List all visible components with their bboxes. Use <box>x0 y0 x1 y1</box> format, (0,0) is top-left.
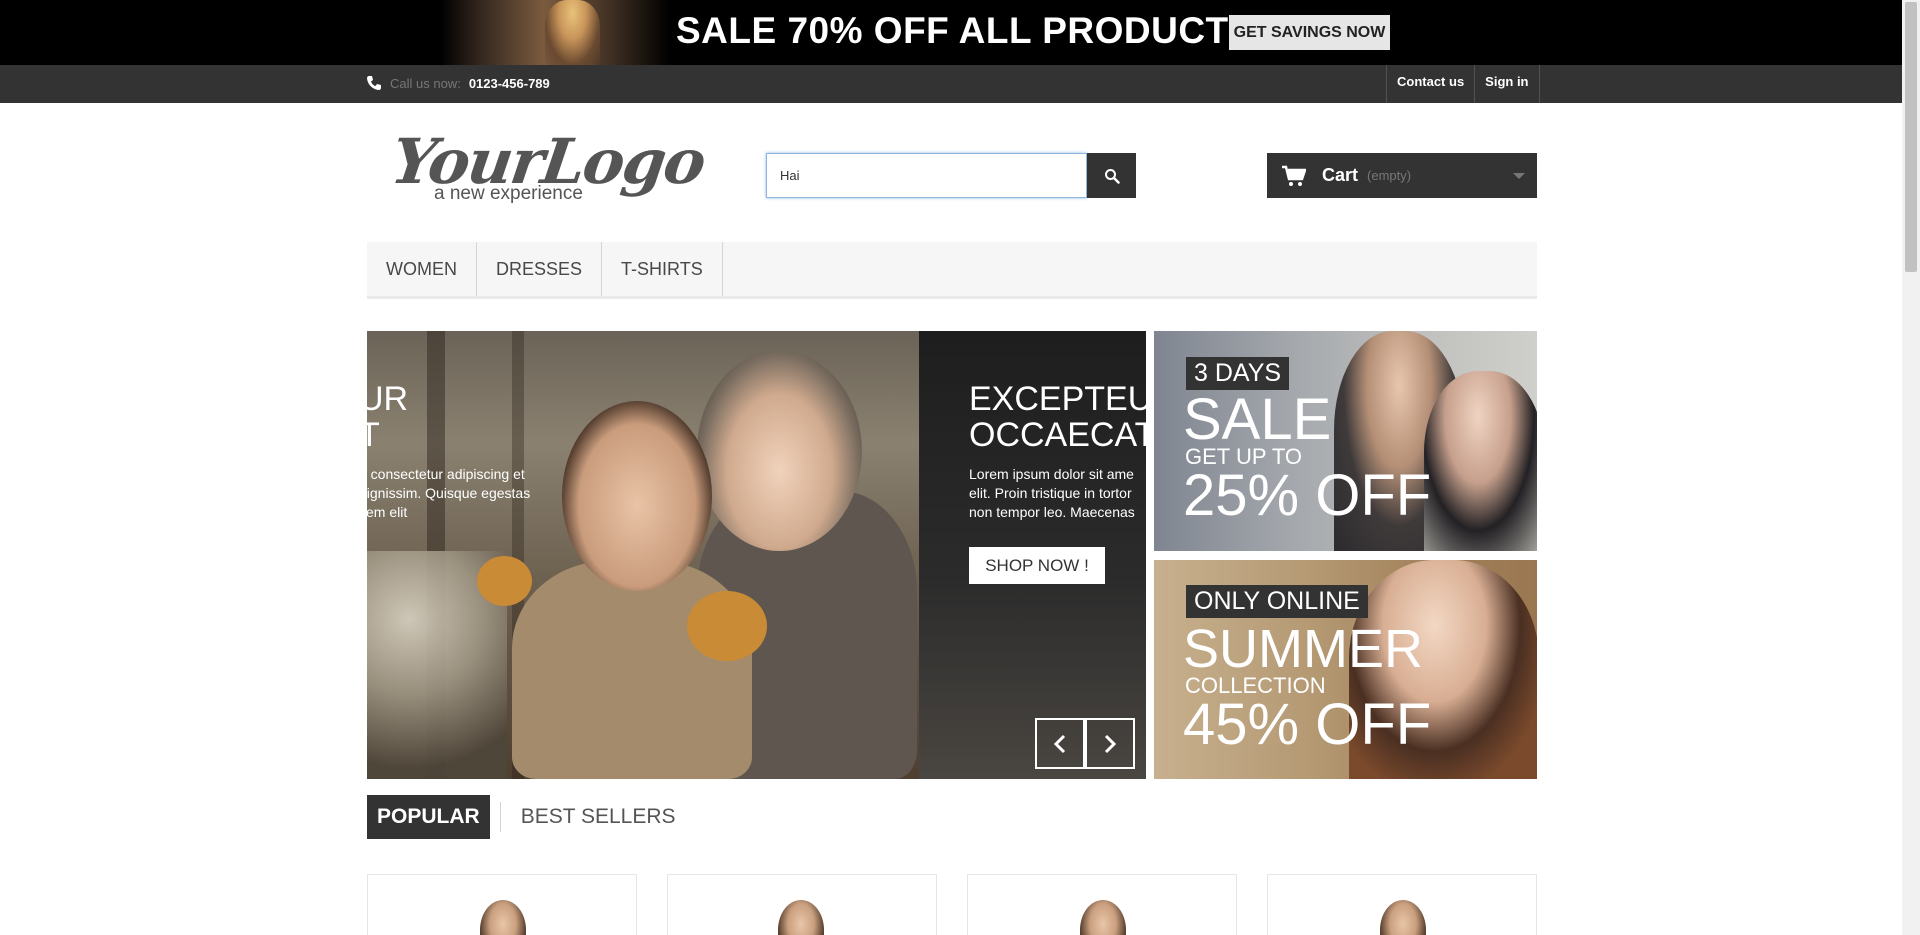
slide1-heading-line1: UR <box>367 380 409 418</box>
product-image <box>480 900 526 935</box>
slider-next-button[interactable] <box>1085 718 1135 769</box>
tab-best-sellers[interactable]: BEST SELLERS <box>511 795 686 839</box>
phone-contact: Call us now: 0123-456-789 <box>366 75 550 91</box>
product-card[interactable] <box>367 874 637 935</box>
main-menu: WOMEN DRESSES T-SHIRTS <box>367 242 1537 299</box>
slide1-heading-line2: T <box>367 416 380 454</box>
promo-woman-image <box>1424 371 1537 551</box>
slide1-caption: UR T t, consectetur adipiscing et dignis… <box>367 381 539 522</box>
promo-headline: SUMMER <box>1183 619 1423 679</box>
cart-button[interactable]: Cart (empty) <box>1267 153 1537 198</box>
slide2-text-line1: Lorem ipsum dolor sit ame <box>969 466 1134 482</box>
phone-number: 0123-456-789 <box>468 75 550 91</box>
slide2-text: Lorem ipsum dolor sit ame elit. Proin tr… <box>969 465 1146 522</box>
product-card[interactable] <box>1267 874 1537 935</box>
page-scrollbar[interactable] <box>1902 0 1920 935</box>
banner-model-image <box>545 0 600 65</box>
get-savings-button[interactable]: GET SAVINGS NOW <box>1229 15 1390 50</box>
phone-icon <box>367 76 381 90</box>
tab-divider <box>499 802 501 832</box>
banner-headline: SALE 70% OFF ALL PRODUCTS <box>676 10 1254 51</box>
slide2-caption: EXCEPTEU OCCAECAT Lorem ipsum dolor sit … <box>969 381 1146 522</box>
cart-icon <box>1282 165 1306 186</box>
slider-prev-button[interactable] <box>1035 718 1085 769</box>
model-face-left <box>562 401 712 591</box>
product-image <box>1380 900 1426 935</box>
homepage-slider: UR T t, consectetur adipiscing et dignis… <box>367 331 1146 779</box>
sign-in-link[interactable]: Sign in <box>1475 65 1540 103</box>
model-face-right <box>697 351 862 551</box>
promo-discount: 25% OFF <box>1183 463 1432 528</box>
scrollbar-thumb[interactable] <box>1905 2 1917 272</box>
promo-tag: ONLY ONLINE <box>1186 585 1368 618</box>
search-input[interactable] <box>766 153 1087 198</box>
site-logo[interactable]: YourLogo a new experience <box>387 125 709 205</box>
product-card[interactable] <box>667 874 937 935</box>
contact-us-link[interactable]: Contact us <box>1387 65 1476 103</box>
cart-status: (empty) <box>1367 168 1412 183</box>
model-glove <box>687 591 767 661</box>
product-tabs: POPULAR BEST SELLERS <box>367 795 686 839</box>
search-icon <box>1104 168 1120 184</box>
cart-label: Cart <box>1322 165 1359 185</box>
product-grid <box>367 874 1537 935</box>
promo-discount: 45% OFF <box>1183 692 1432 757</box>
slide2-heading-line1: EXCEPTEU <box>969 380 1146 418</box>
slide2-heading-line2: OCCAECAT <box>969 416 1146 454</box>
phone-label: Call us now: <box>390 75 461 91</box>
menu-item-women[interactable]: WOMEN <box>367 242 477 296</box>
slide2-text-line3: non tempor leo. Maecenas <box>969 504 1135 520</box>
chevron-right-icon <box>1104 734 1117 753</box>
nav-links: Contact us Sign in <box>1386 65 1540 103</box>
product-image <box>778 900 824 935</box>
shop-now-button[interactable]: SHOP NOW ! <box>969 547 1105 584</box>
slide1-text: t, consectetur adipiscing et dignissim. … <box>367 466 531 520</box>
promo-tag: 3 DAYS <box>1186 357 1290 390</box>
top-promo-banner[interactable]: SALE 70% OFF ALL PRODUCTS GET SAVINGS NO… <box>0 0 1902 65</box>
promo-headline: SALE <box>1183 387 1332 452</box>
top-nav-bar: Call us now: 0123-456-789 Contact us Sig… <box>0 65 1902 103</box>
menu-item-t-shirts[interactable]: T-SHIRTS <box>602 242 723 296</box>
promo-banner-summer[interactable]: ONLY ONLINE SUMMER COLLECTION 45% OFF <box>1154 560 1537 779</box>
chevron-left-icon <box>1053 734 1066 753</box>
chevron-down-icon <box>1513 173 1525 179</box>
logo-tagline: a new experience <box>434 183 583 204</box>
model-glove <box>477 556 532 606</box>
slide2-text-line2: elit. Proin tristique in tortor <box>969 485 1132 501</box>
search-button[interactable] <box>1087 153 1136 198</box>
menu-item-dresses[interactable]: DRESSES <box>477 242 603 296</box>
promo-banner-sale[interactable]: 3 DAYS SALE GET UP TO 25% OFF <box>1154 331 1537 551</box>
search-bar <box>766 153 1136 198</box>
tab-popular[interactable]: POPULAR <box>367 795 490 839</box>
product-image <box>1080 900 1126 935</box>
product-card[interactable] <box>967 874 1237 935</box>
